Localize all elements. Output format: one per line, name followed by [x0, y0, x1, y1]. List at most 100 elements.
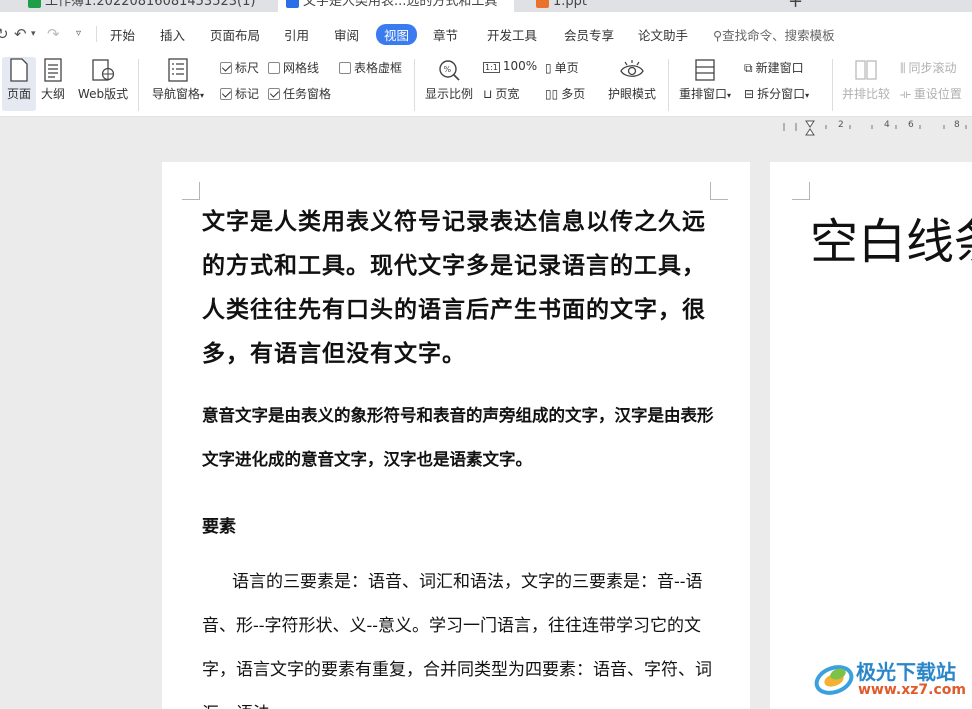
checkbox-icon[interactable]: [220, 62, 232, 74]
page-title[interactable]: 空白线条: [810, 202, 972, 272]
checkbox-label: 标记: [235, 87, 260, 101]
menu-bar: ↻ ↶ ▾ ↷ ▿ 开始 插入 页面布局 引用 审阅 视图 章节 开发工具 会员…: [0, 12, 972, 55]
tab-label: 1.ppt: [553, 0, 588, 9]
outline-label: 大纲: [40, 87, 65, 101]
ruler-checkbox[interactable]: 标尺: [220, 59, 259, 76]
menu-insert[interactable]: 插入: [160, 25, 185, 44]
indent-marker-icon[interactable]: [805, 120, 815, 136]
multi-page-button[interactable]: ▯▯ 多页: [545, 85, 585, 102]
redo-icon[interactable]: ↷: [47, 25, 60, 43]
zoom-icon: %: [439, 60, 460, 81]
new-window-icon: ⧉: [744, 61, 753, 75]
search-icon: ⚲: [713, 28, 723, 43]
split-window-icon: ⊟: [744, 87, 755, 101]
checkbox-icon[interactable]: [268, 88, 280, 100]
outline-view-button[interactable]: 大纲: [38, 58, 68, 102]
tab-label: 文字是人类用表...远的方式和工具: [303, 0, 498, 9]
web-layout-icon: [92, 59, 115, 81]
table-gridlines-checkbox[interactable]: 表格虚框: [339, 59, 402, 76]
spreadsheet-icon: [28, 0, 41, 8]
gridlines-checkbox[interactable]: 网格线: [268, 59, 319, 76]
divider: [668, 59, 669, 111]
menu-page-layout[interactable]: 页面布局: [210, 25, 260, 44]
page-view-button[interactable]: 页面: [4, 58, 34, 102]
section-heading[interactable]: 要素: [202, 512, 236, 537]
page-view-icon: [10, 58, 28, 82]
checkbox-label: 网格线: [283, 61, 320, 75]
new-tab-label: +: [788, 0, 804, 12]
zoom-100-button[interactable]: 1:1 100%: [483, 59, 537, 73]
undo-dropdown-icon[interactable]: ▾: [31, 29, 36, 39]
web-view-label: Web版式: [77, 87, 129, 101]
tab-workbook[interactable]: 工作簿1.2022081608145352​3(1): [28, 0, 255, 12]
new-tab-button[interactable]: +: [788, 0, 803, 12]
new-window-button[interactable]: ⧉ 新建窗口: [744, 59, 804, 76]
side-by-side-label: 并排比较: [841, 87, 890, 101]
document-paragraph[interactable]: 意音文字是由表义的象形符号和表音的声旁组成的文字，汉字是由表形文字进化成的意音文…: [202, 394, 717, 482]
chevron-down-icon: ▾: [727, 91, 732, 100]
nav-pane-label: 导航窗格: [151, 87, 200, 101]
watermark-text: 极光下载站: [856, 660, 956, 684]
aurora-logo-icon: [814, 665, 854, 695]
divider: [96, 26, 97, 42]
sync-scroll-icon: ⫼: [900, 61, 906, 75]
margin-corner: [182, 182, 200, 200]
menu-chapter[interactable]: 章节: [433, 25, 458, 44]
compare-icon: [855, 60, 877, 80]
customize-dropdown-icon[interactable]: ▿: [76, 28, 81, 39]
tab-ppt[interactable]: 1.ppt: [536, 0, 587, 12]
page-width-button[interactable]: ⊔ 页宽: [483, 85, 519, 102]
multi-page-icon: ▯▯: [545, 87, 559, 101]
tab-label: 工作簿1.2022081608145352​3(1): [45, 0, 256, 9]
menu-review[interactable]: 审阅: [334, 25, 359, 44]
zoom-100-label: 100%: [502, 59, 538, 73]
document-page-1[interactable]: 文字是人类用表义符号记录表达信息以传之久远的方式和工具。现代文字多是记录语言的工…: [162, 162, 750, 709]
document-page-2[interactable]: 空白线条: [770, 162, 972, 709]
menu-paper-assistant[interactable]: 论文助手: [638, 25, 688, 44]
single-page-label: 单页: [554, 61, 579, 75]
divider: [832, 59, 833, 111]
horizontal-ruler[interactable]: 2 4 6 8: [780, 119, 972, 137]
single-page-button[interactable]: ▯ 单页: [545, 59, 579, 76]
zoom-button[interactable]: % 显示比例: [422, 58, 476, 102]
split-window-button[interactable]: ⊟ 拆分窗口▾: [744, 85, 809, 102]
sync-scroll-button[interactable]: ⫼ 同步滚动: [900, 59, 957, 76]
undo-icon[interactable]: ↶: [14, 25, 27, 43]
margin-corner: [710, 182, 728, 200]
ruler-tick: 8: [954, 120, 960, 130]
task-pane-checkbox[interactable]: 任务窗格: [268, 85, 331, 102]
reset-position-label: 重设位置: [913, 87, 962, 101]
rearrange-window-icon: [695, 59, 715, 81]
multi-page-label: 多页: [561, 87, 586, 101]
markup-checkbox[interactable]: 标记: [220, 85, 259, 102]
divider: [414, 59, 415, 111]
checkbox-icon[interactable]: [220, 88, 232, 100]
menu-references[interactable]: 引用: [284, 25, 309, 44]
checkbox-icon[interactable]: [268, 62, 280, 74]
web-view-button[interactable]: Web版式: [76, 58, 130, 102]
eye-mode-label: 护眼模式: [607, 87, 656, 101]
menu-member[interactable]: 会员专享: [564, 25, 614, 44]
command-search[interactable]: ⚲查找命令、搜索模板: [713, 25, 835, 44]
watermark-url: www.xz7.com: [858, 682, 966, 698]
menu-developer[interactable]: 开发工具: [487, 25, 537, 44]
menu-view[interactable]: 视图: [376, 24, 418, 45]
document-paragraph[interactable]: 语言的三要素是：语音、词汇和语法，文字的三要素是：音--语音、形--字符形状、义…: [202, 560, 717, 709]
document-heading[interactable]: 文字是人类用表义符号记录表达信息以传之久远的方式和工具。现代文字多是记录语言的工…: [202, 200, 712, 376]
rearrange-label: 重排窗口: [678, 87, 727, 101]
side-by-side-button[interactable]: 并排比较: [838, 58, 894, 102]
rearrange-window-button[interactable]: 重排窗口▾: [674, 58, 736, 102]
eye-protection-button[interactable]: 护眼模式: [604, 58, 660, 102]
svg-text:%: %: [444, 65, 452, 74]
nav-pane-button[interactable]: 导航窗格▾: [148, 58, 208, 102]
reset-position-button[interactable]: ⟛ 重设位置: [900, 85, 962, 102]
redo-arrow-icon[interactable]: ↻: [0, 25, 9, 43]
presentation-icon: [536, 0, 549, 8]
tab-document[interactable]: 文字是人类用表...远的方式和工具: [278, 0, 514, 12]
menu-home[interactable]: 开始: [110, 25, 135, 44]
single-page-icon: ▯: [545, 61, 552, 75]
page-width-label: 页宽: [495, 87, 520, 101]
checkbox-icon[interactable]: [339, 62, 351, 74]
view-ribbon: 页面 大纲 Web版式 导航窗格▾ 标尺 网格线 表格虚框 标记 任务窗格 % …: [0, 55, 972, 117]
ruler-marks: [783, 120, 967, 136]
